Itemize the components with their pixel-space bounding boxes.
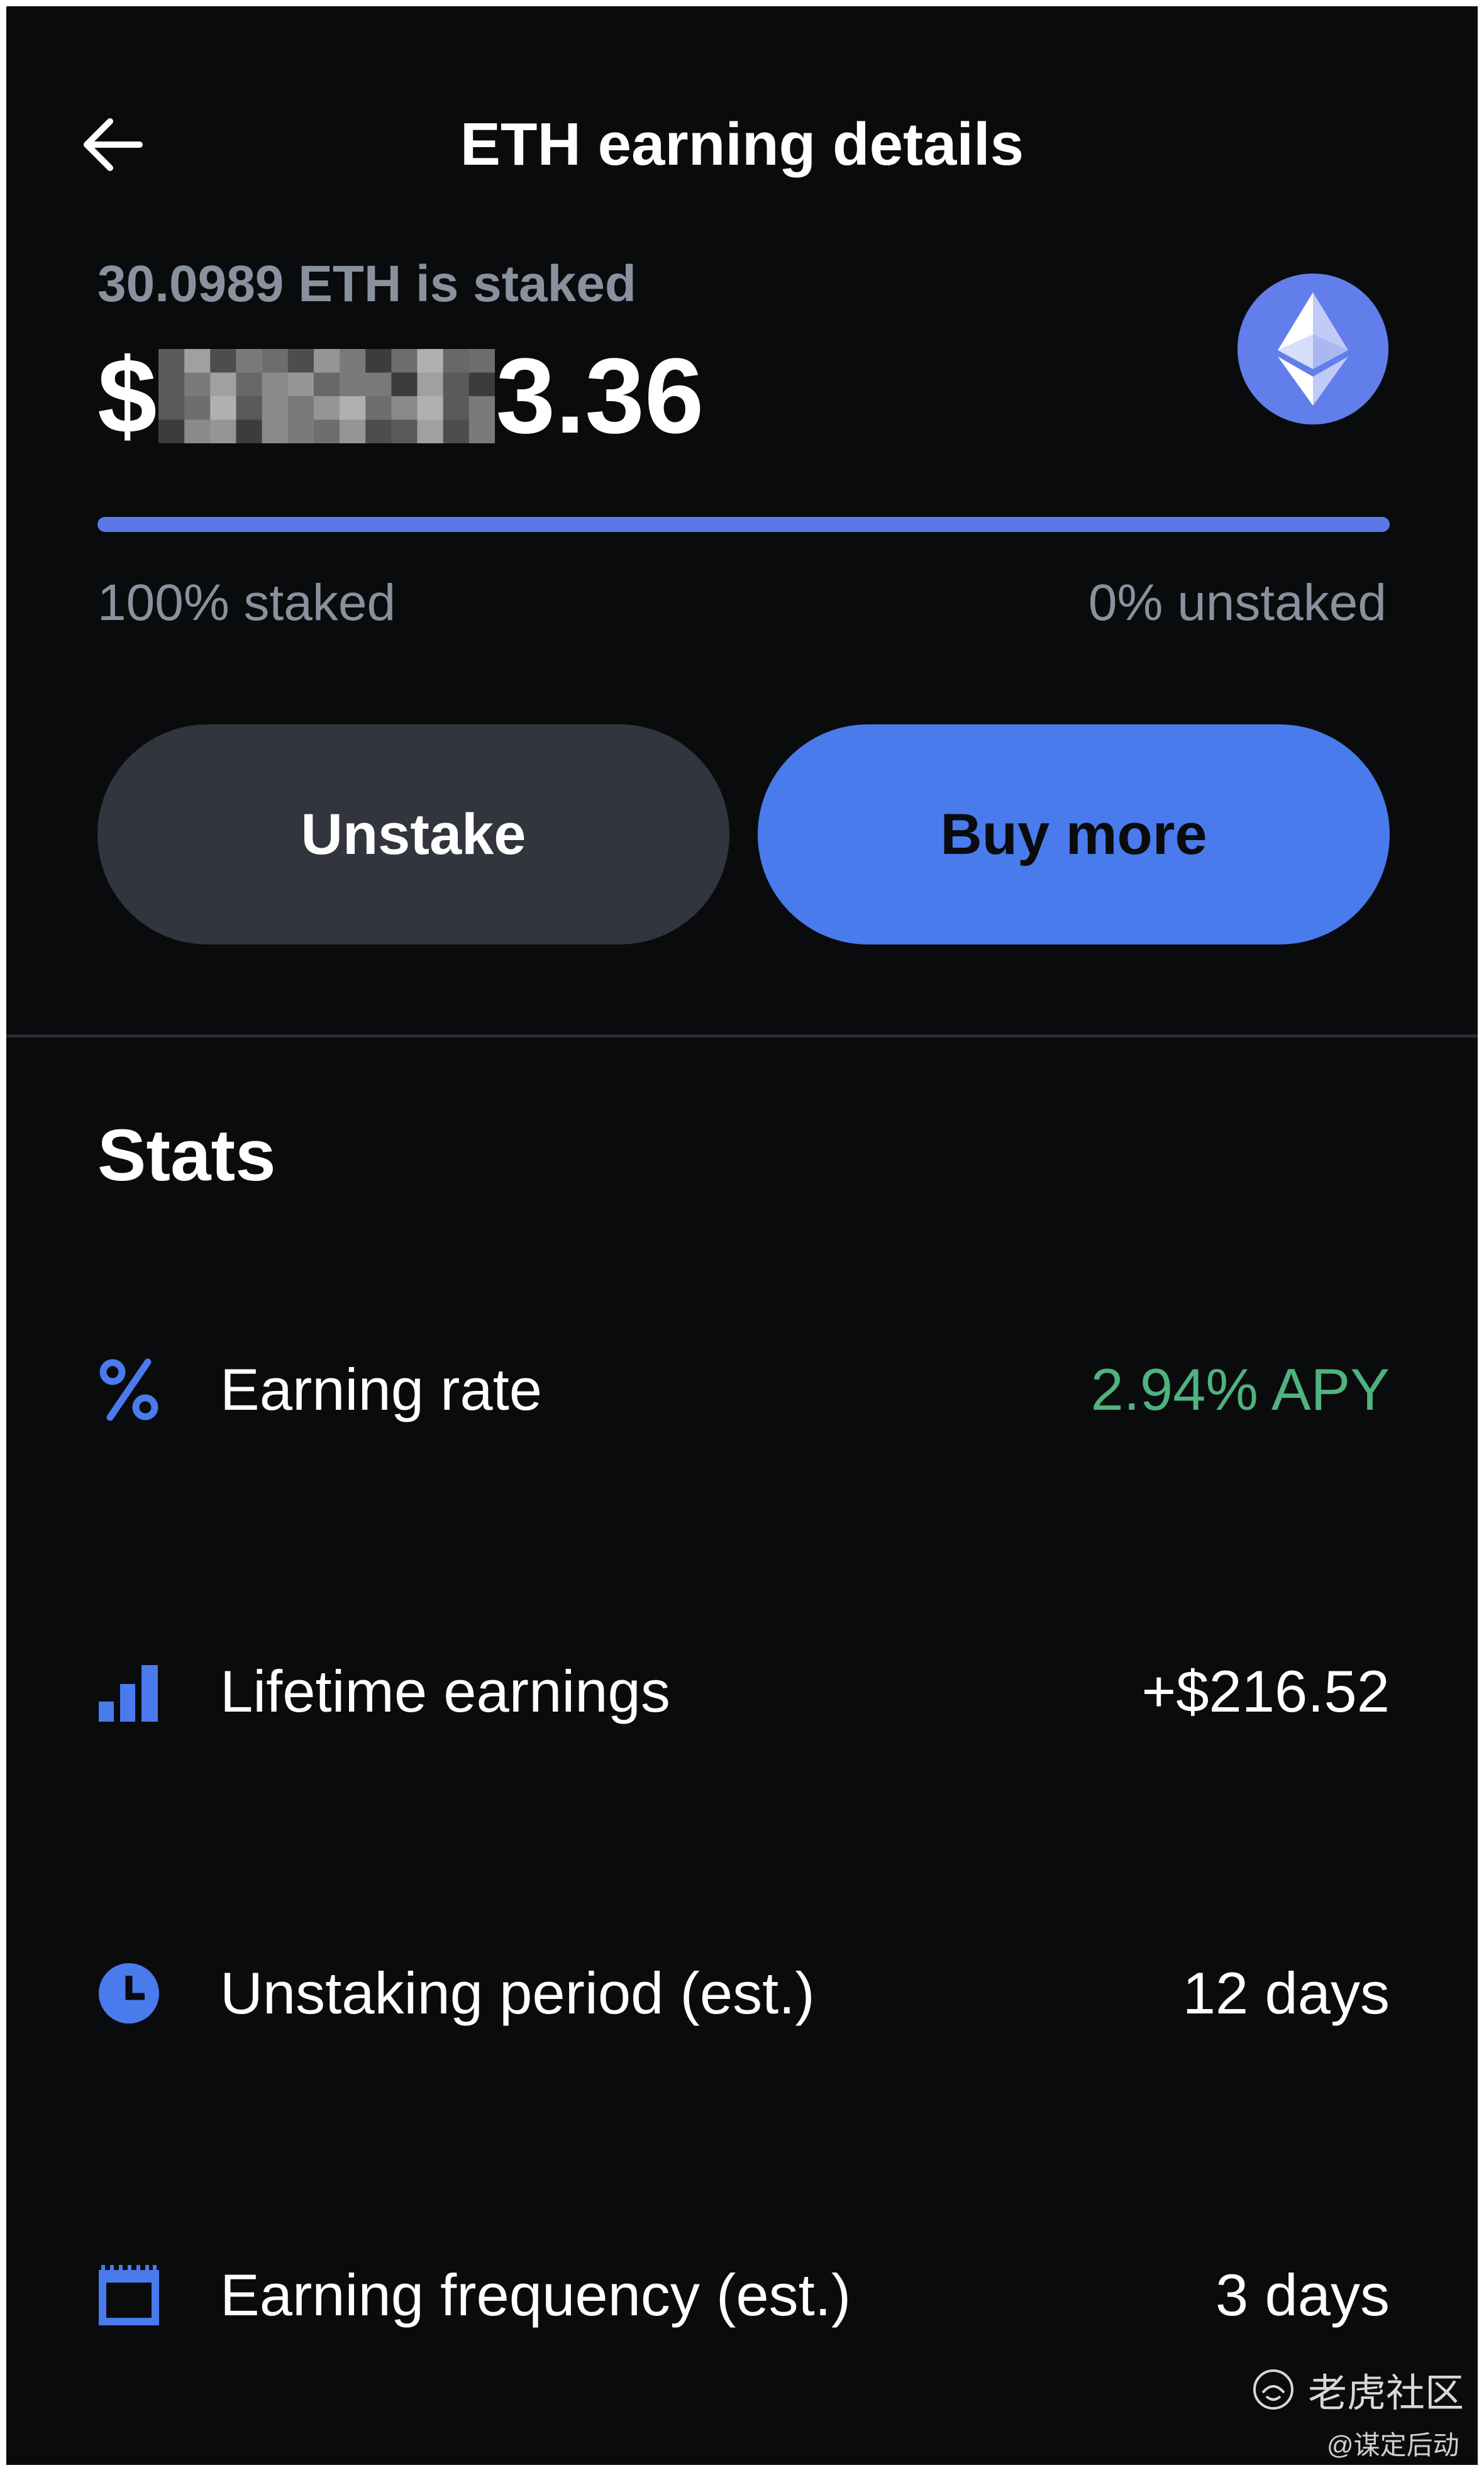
stat-row-earning-frequency: Earning frequency (est.) 3 days xyxy=(97,2251,1390,2339)
stat-label: Earning frequency (est.) xyxy=(220,2262,851,2328)
stat-value: 12 days xyxy=(1182,1960,1390,2026)
section-divider xyxy=(6,1034,1478,1038)
redacted-amount-mosaic xyxy=(158,349,495,443)
stat-row-earning-rate: Earning rate 2.94% APY xyxy=(97,1346,1390,1434)
stat-value: +$216.52 xyxy=(1141,1658,1390,1724)
stats-heading: Stats xyxy=(97,1114,276,1196)
stat-value: 2.94% APY xyxy=(1090,1356,1390,1422)
unstake-button[interactable]: Unstake xyxy=(97,724,729,944)
watermark: 老虎社区 xyxy=(1251,2361,1464,2418)
watermark-line1: 老虎社区 xyxy=(1308,2372,1465,2415)
unstaked-percent-label: 0% unstaked xyxy=(1088,574,1387,631)
buy-more-button-label: Buy more xyxy=(940,802,1207,867)
stat-label: Unstaking period (est.) xyxy=(220,1960,815,2026)
ethereum-icon xyxy=(1238,274,1388,424)
stat-row-unstaking-period: Unstaking period (est.) 12 days xyxy=(97,1949,1390,2037)
stat-value: 3 days xyxy=(1215,2262,1390,2328)
buy-more-button[interactable]: Buy more xyxy=(758,724,1390,944)
unstake-button-label: Unstake xyxy=(301,802,526,867)
staking-progress-bar xyxy=(97,517,1390,532)
watermark-handle: @谋定后动 xyxy=(1327,2430,1459,2460)
page-title: ETH earning details xyxy=(460,111,1024,178)
eth-earning-screen: ETH earning details 30.0989 ETH is stake… xyxy=(6,6,1478,2465)
clock-icon xyxy=(99,1963,159,2024)
percent-icon xyxy=(99,1358,158,1421)
stat-label: Earning rate xyxy=(220,1356,543,1422)
staked-amount: 30.0989 ETH is staked xyxy=(97,255,636,313)
stat-label: Lifetime earnings xyxy=(220,1658,670,1724)
staking-progress-fill xyxy=(97,517,1390,532)
staked-percent-label: 100% staked xyxy=(97,574,396,631)
calendar-icon xyxy=(99,2265,159,2325)
tiger-logo-icon xyxy=(1253,2369,1293,2410)
staked-balance-value: $ 3.36 xyxy=(97,333,704,459)
balance-cents: 3.36 xyxy=(496,336,704,456)
bar-chart-icon xyxy=(99,1665,158,1722)
stat-row-lifetime-earnings: Lifetime earnings +$216.52 xyxy=(97,1647,1390,1736)
currency-symbol: $ xyxy=(97,336,157,456)
